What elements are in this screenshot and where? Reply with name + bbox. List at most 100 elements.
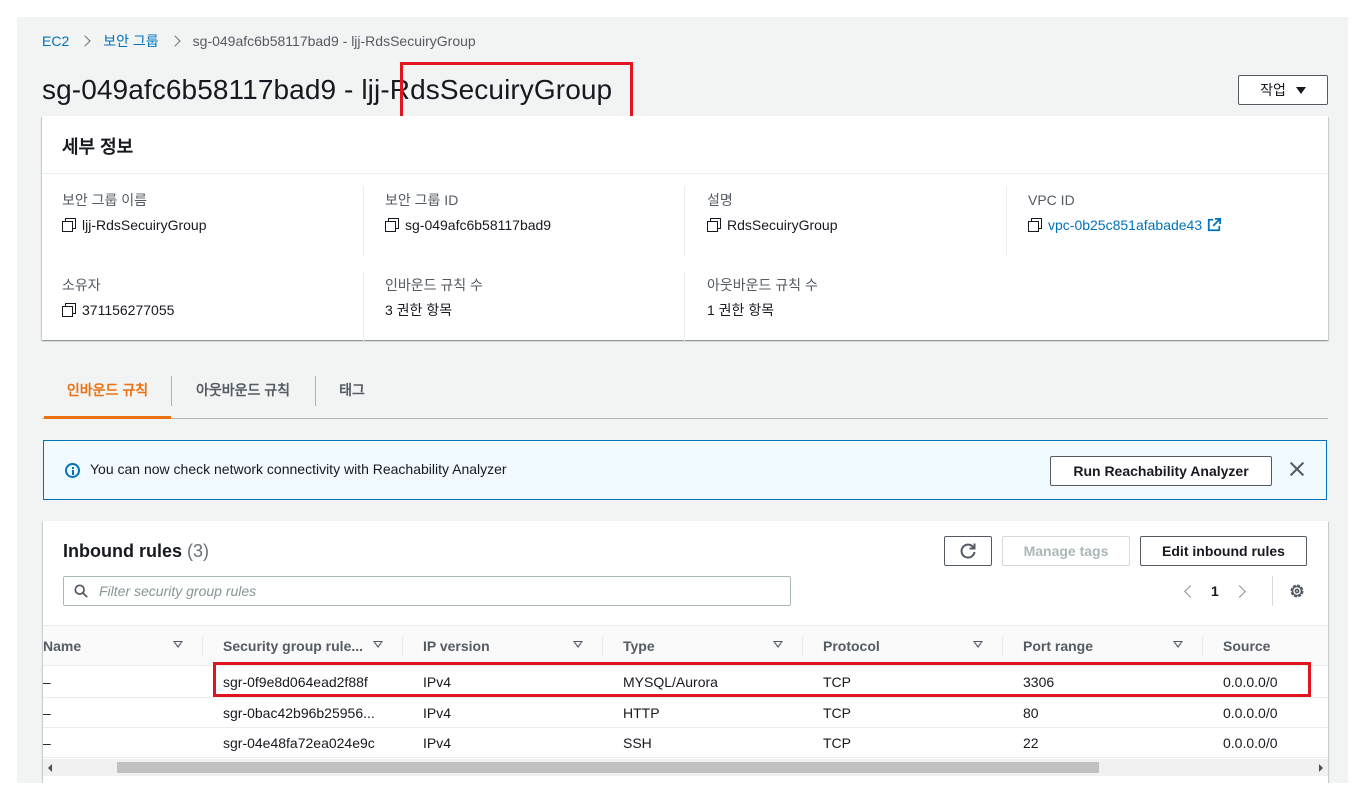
column-header-type[interactable]: Type xyxy=(603,625,803,666)
info-banner: You can now check network connectivity w… xyxy=(43,440,1327,500)
cell-port-range: 3306 xyxy=(1003,665,1203,698)
cell-rule-id: sgr-04e48fa72ea024e9c xyxy=(203,727,403,758)
scroll-left-icon[interactable] xyxy=(48,764,52,772)
search-icon xyxy=(74,584,88,598)
field-outbound-rule-count: 아웃바운드 규칙 수 1 권한 항목 xyxy=(684,271,1006,341)
cell-source: 0.0.0.0/0 xyxy=(1203,697,1328,728)
field-description: 설명 RdsSecuiryGroup xyxy=(684,186,1006,256)
sort-icon[interactable] xyxy=(373,641,383,648)
copy-icon[interactable] xyxy=(62,218,76,232)
column-header-label: Protocol xyxy=(823,637,880,654)
copy-icon[interactable] xyxy=(707,218,721,232)
column-header-name[interactable]: Name xyxy=(43,625,203,666)
inbound-rules-title: Inbound rules xyxy=(63,541,182,561)
chevron-right-icon xyxy=(81,34,90,48)
breadcrumb-security-groups-link[interactable]: 보안 그룹 xyxy=(103,31,158,51)
column-header-label: IP version xyxy=(423,637,490,654)
tab-outbound-rules[interactable]: 아웃바운드 규칙 xyxy=(172,371,314,419)
sort-icon[interactable] xyxy=(173,641,183,648)
copy-icon[interactable] xyxy=(385,218,399,232)
column-header-protocol[interactable]: Protocol xyxy=(803,625,1003,666)
chevron-left-icon[interactable] xyxy=(1183,583,1193,599)
sort-icon[interactable] xyxy=(973,641,983,648)
field-security-group-name: 보안 그룹 이름 ljj-RdsSecuiryGroup xyxy=(62,191,384,234)
breadcrumb-ec2-link[interactable]: EC2 xyxy=(42,33,69,49)
scrollbar-thumb[interactable] xyxy=(117,762,1099,773)
column-header-label: Name xyxy=(43,637,82,654)
table-row[interactable]: – sgr-0bac42b96b25956... IPv4 HTTP TCP 8… xyxy=(43,697,1328,728)
table-row[interactable]: – sgr-0f9e8d064ead2f88f IPv4 MYSQL/Auror… xyxy=(43,665,1328,698)
refresh-button[interactable] xyxy=(944,536,992,566)
sort-icon[interactable] xyxy=(1173,641,1183,648)
details-panel: 세부 정보 보안 그룹 이름 ljj-RdsSecuiryGroup 보안 그룹… xyxy=(42,116,1328,341)
column-header-port-range[interactable]: Port range xyxy=(1003,625,1203,666)
cell-type: SSH xyxy=(603,727,803,758)
column-header-label: Type xyxy=(623,637,655,654)
chevron-right-icon[interactable] xyxy=(1236,583,1246,599)
field-vpc-id: VPC ID vpc-0b25c851afabade43 xyxy=(1006,186,1328,256)
field-label: 인바운드 규칙 수 xyxy=(385,277,483,293)
table-header-row: Name Security group rule... IP version T… xyxy=(43,625,1328,666)
sort-icon[interactable] xyxy=(773,641,783,648)
page-number[interactable]: 1 xyxy=(1211,583,1219,599)
actions-dropdown-button[interactable]: 작업 xyxy=(1238,75,1328,105)
cell-name: – xyxy=(43,665,203,698)
column-header-label: Port range xyxy=(1023,637,1094,654)
breadcrumb: EC2 보안 그룹 sg-049afc6b58117bad9 - ljj-Rds… xyxy=(42,32,476,50)
field-label: 보안 그룹 ID xyxy=(385,192,459,208)
cell-ip-version: IPv4 xyxy=(403,697,603,728)
field-label: 소유자 xyxy=(62,277,101,293)
field-value-row: RdsSecuiryGroup xyxy=(707,216,1006,234)
column-header-label: Security group rule... xyxy=(223,637,364,654)
field-value: sg-049afc6b58117bad9 xyxy=(405,217,552,233)
field-label: 아웃바운드 규칙 수 xyxy=(707,277,818,293)
sort-icon[interactable] xyxy=(573,641,583,648)
vpc-id-link[interactable]: vpc-0b25c851afabade43 xyxy=(1048,217,1202,233)
page: EC2 보안 그룹 sg-049afc6b58117bad9 - ljj-Rds… xyxy=(17,17,1348,783)
field-value: ljj-RdsSecuiryGroup xyxy=(82,217,207,233)
manage-tags-button[interactable]: Manage tags xyxy=(1002,536,1130,566)
pagination: 1 xyxy=(1183,581,1246,601)
actions-label: 작업 xyxy=(1260,82,1286,98)
run-reachability-analyzer-button[interactable]: Run Reachability Analyzer xyxy=(1050,456,1272,486)
cell-protocol: TCP xyxy=(803,697,1003,728)
close-icon[interactable] xyxy=(1288,460,1306,478)
scroll-right-icon[interactable] xyxy=(1319,764,1323,772)
filter-input[interactable]: Filter security group rules xyxy=(63,576,791,606)
inbound-rules-heading: Inbound rules (3) xyxy=(63,541,209,562)
column-header-source[interactable]: Source xyxy=(1203,625,1328,666)
cell-type: MYSQL/Aurora xyxy=(603,665,803,698)
cell-port-range: 22 xyxy=(1003,727,1203,758)
table-row[interactable]: – sgr-04e48fa72ea024e9c IPv4 SSH TCP 22 … xyxy=(43,727,1328,758)
cell-name: – xyxy=(43,727,203,758)
field-inbound-rule-count: 인바운드 규칙 수 3 권한 항목 xyxy=(363,271,685,341)
cell-port-range: 80 xyxy=(1003,697,1203,728)
field-value: 1 권한 항목 xyxy=(707,302,775,318)
field-value: 3 권한 항목 xyxy=(385,302,453,318)
field-value: 371156277055 xyxy=(82,302,175,318)
gear-icon[interactable] xyxy=(1289,583,1305,599)
edit-inbound-rules-button[interactable]: Edit inbound rules xyxy=(1140,536,1307,566)
info-icon xyxy=(65,463,80,478)
chevron-right-icon xyxy=(171,34,180,48)
field-value-row: ljj-RdsSecuiryGroup xyxy=(62,216,384,234)
field-label: 설명 xyxy=(707,192,733,208)
pager-divider xyxy=(1272,576,1273,606)
inbound-rules-panel: Inbound rules (3) Manage tags Edit inbou… xyxy=(43,521,1328,783)
field-owner: 소유자 371156277055 xyxy=(62,276,384,319)
external-link-icon[interactable] xyxy=(1207,218,1222,232)
cell-ip-version: IPv4 xyxy=(403,727,603,758)
cell-name: – xyxy=(43,697,203,728)
tab-tags[interactable]: 태그 xyxy=(316,371,388,419)
column-header-rule-id[interactable]: Security group rule... xyxy=(203,625,403,666)
copy-icon[interactable] xyxy=(1028,218,1042,232)
cell-protocol: TCP xyxy=(803,665,1003,698)
tab-inbound-rules[interactable]: 인바운드 규칙 xyxy=(44,371,171,419)
horizontal-scrollbar[interactable] xyxy=(43,759,1328,776)
copy-icon[interactable] xyxy=(62,303,76,317)
column-header-label: Source xyxy=(1223,637,1271,654)
field-label: VPC ID xyxy=(1028,192,1075,208)
field-value-row: 3 권한 항목 xyxy=(385,301,685,319)
breadcrumb-current: sg-049afc6b58117bad9 - ljj-RdsSecuiryGro… xyxy=(192,33,476,49)
column-header-ip-version[interactable]: IP version xyxy=(403,625,603,666)
